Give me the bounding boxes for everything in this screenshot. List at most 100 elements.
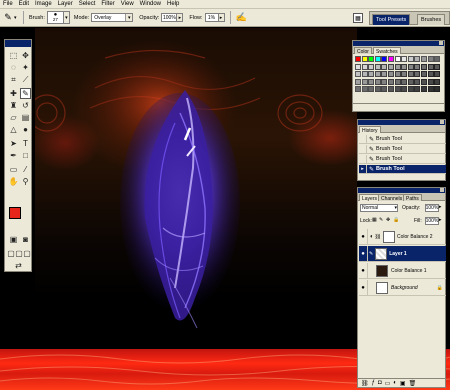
swatch[interactable] (368, 86, 375, 92)
history-source-checkbox[interactable] (359, 154, 367, 164)
path-selection-tool-icon[interactable]: ➤ (8, 138, 19, 149)
brush-dropdown-icon[interactable]: ▾ (63, 11, 70, 24)
screen-mode-full-icon[interactable]: ▢ (23, 248, 31, 259)
swatch[interactable] (394, 63, 401, 70)
swatch[interactable] (361, 86, 368, 92)
swatch[interactable] (355, 63, 361, 70)
adjustment-layer-icon[interactable]: ◐ (393, 380, 397, 386)
opacity-slider-icon[interactable]: ▸ (177, 13, 184, 22)
blend-mode-select[interactable]: Normal ▾ (360, 204, 398, 212)
swatch[interactable] (407, 56, 414, 62)
history-item[interactable]: ✎ Brush Tool (359, 134, 446, 144)
tab-swatches[interactable]: Swatches (373, 47, 401, 55)
swatch[interactable] (361, 71, 368, 77)
history-item[interactable]: ✎ Brush Tool (359, 144, 446, 154)
tool-preset-picker[interactable]: ✎ ▾ (3, 11, 20, 24)
toolbox-titlebar[interactable] (5, 40, 31, 47)
marquee-tool-icon[interactable]: ⬚ (8, 50, 19, 61)
swatch[interactable] (388, 78, 394, 85)
swatch[interactable] (388, 86, 394, 92)
lock-image-icon[interactable]: ✎ (379, 217, 383, 223)
close-icon[interactable] (440, 188, 444, 192)
swatch[interactable] (421, 56, 427, 62)
history-source-checkbox[interactable]: ▸ (359, 164, 367, 174)
quick-mask-mode-icon[interactable]: ◙ (20, 234, 31, 245)
swatch[interactable] (381, 78, 388, 85)
layer-row-selected[interactable]: ● ✎ Layer 1 (359, 245, 446, 262)
foreground-color-swatch[interactable] (9, 207, 21, 219)
visibility-eye-icon[interactable]: ● (359, 228, 368, 245)
swatch[interactable] (427, 78, 434, 85)
new-layer-icon[interactable]: ▣ (400, 380, 406, 387)
layer-style-icon[interactable]: ƒ (372, 380, 375, 386)
link-layers-icon[interactable]: ⛓ (361, 380, 369, 387)
notes-tool-icon[interactable]: ▭ (8, 164, 19, 175)
swatch[interactable] (355, 71, 361, 77)
brush-picker[interactable]: ● 27 (46, 11, 64, 24)
swatch[interactable] (414, 71, 421, 77)
swatch[interactable] (381, 63, 388, 70)
menu-edit[interactable]: Edit (19, 1, 29, 7)
swatch[interactable] (368, 63, 375, 70)
shape-tool-icon[interactable]: □ (20, 150, 31, 161)
swatch[interactable] (374, 56, 381, 62)
swatch[interactable] (401, 71, 408, 77)
history-item[interactable]: ✎ Brush Tool (359, 154, 446, 164)
tab-brushes[interactable]: Brushes (417, 14, 446, 25)
close-icon[interactable] (440, 120, 444, 124)
swatch[interactable] (374, 86, 381, 92)
swatch[interactable] (388, 71, 394, 77)
layer-opacity-input[interactable]: 100% (425, 204, 439, 212)
swatch[interactable] (421, 63, 427, 70)
swatch[interactable] (414, 63, 421, 70)
swatch[interactable] (381, 71, 388, 77)
swatch[interactable] (394, 78, 401, 85)
swatch[interactable] (414, 78, 421, 85)
menu-file[interactable]: File (3, 1, 13, 7)
swatch[interactable] (388, 63, 394, 70)
swatch[interactable] (421, 71, 427, 77)
layer-row[interactable]: ● ◐ ⛓ Color Balance 2 (359, 228, 446, 245)
swatch[interactable] (421, 78, 427, 85)
blur-tool-icon[interactable]: △ (8, 124, 19, 135)
swatch[interactable] (421, 86, 427, 92)
menu-image[interactable]: Image (35, 1, 52, 7)
move-tool-icon[interactable]: ✥ (20, 50, 31, 61)
swatch[interactable] (388, 56, 394, 62)
swatch[interactable] (368, 56, 375, 62)
crop-tool-icon[interactable]: ⌗ (8, 74, 19, 85)
swatch[interactable] (394, 71, 401, 77)
layer-row[interactable]: ● Background 🔒 (359, 279, 446, 296)
screen-mode-full-menu-icon[interactable]: ▢ (15, 248, 23, 259)
flow-slider-icon[interactable]: ▸ (218, 13, 225, 22)
jump-to-imageready-icon[interactable]: ⇄ (13, 260, 24, 271)
hand-tool-icon[interactable]: ✋ (8, 176, 19, 187)
lock-transparency-icon[interactable]: ▦ (372, 217, 377, 223)
close-icon[interactable] (439, 41, 443, 45)
opacity-slider-icon[interactable]: ▸ (439, 204, 442, 210)
clone-stamp-tool-icon[interactable]: ♜ (8, 100, 19, 111)
swatch[interactable] (368, 78, 375, 85)
swatch[interactable] (401, 78, 408, 85)
lock-all-icon[interactable]: 🔒 (393, 217, 399, 223)
history-source-checkbox[interactable] (359, 144, 367, 154)
swatch[interactable] (407, 63, 414, 70)
history-source-checkbox[interactable] (359, 134, 367, 144)
airbrush-icon[interactable]: ✍ (236, 12, 247, 23)
swatch[interactable] (401, 63, 408, 70)
add-mask-icon[interactable]: ◘ (378, 380, 382, 386)
palette-well-icon[interactable]: ▦ (353, 13, 363, 23)
swatch[interactable] (374, 71, 381, 77)
swatch[interactable] (368, 71, 375, 77)
tab-tool-presets[interactable]: Tool Presets (372, 14, 411, 25)
tab-paths[interactable]: Paths (403, 194, 422, 202)
swatch[interactable] (355, 78, 361, 85)
swatch[interactable] (427, 71, 434, 77)
swatch[interactable] (414, 56, 421, 62)
menu-view[interactable]: View (121, 1, 134, 7)
type-tool-icon[interactable]: T (20, 138, 31, 149)
pen-tool-icon[interactable]: ✒ (8, 150, 19, 161)
swatch[interactable] (427, 63, 434, 70)
menu-layer[interactable]: Layer (58, 1, 73, 7)
new-group-icon[interactable]: ▭ (385, 380, 391, 387)
